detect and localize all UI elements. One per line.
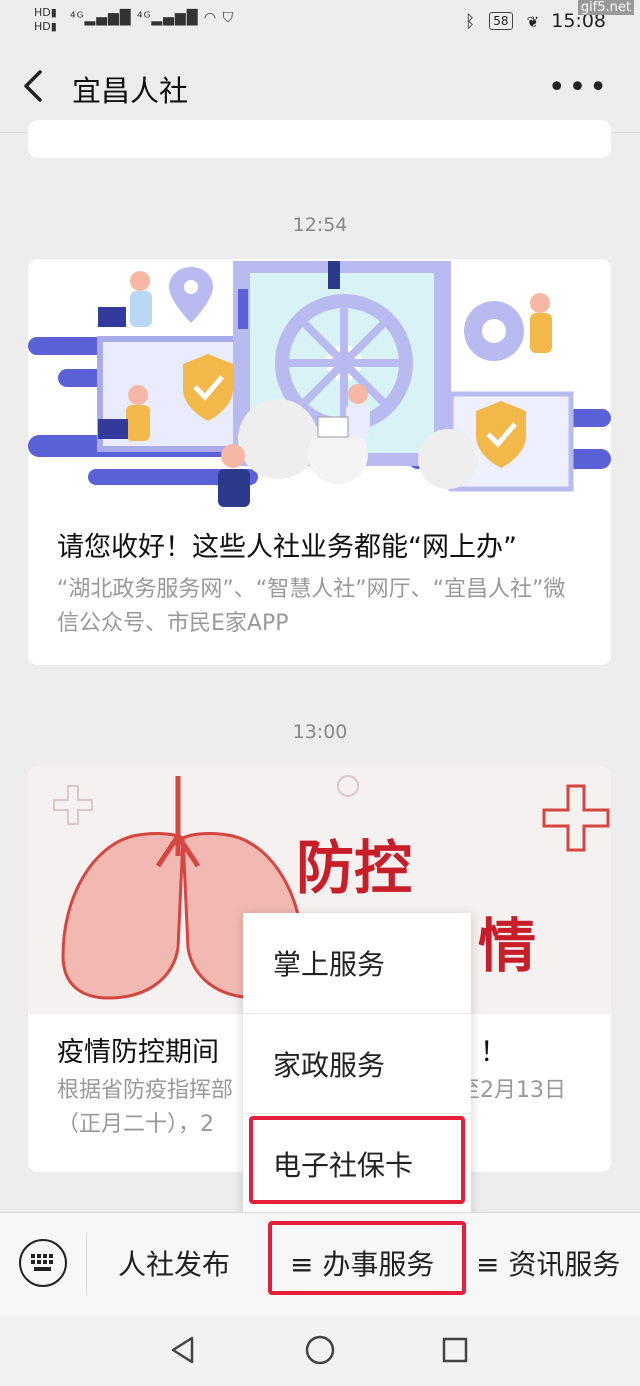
highlight-box bbox=[268, 1221, 466, 1295]
leaf-icon: ❦ bbox=[526, 13, 540, 31]
divider bbox=[86, 1233, 87, 1295]
article-card[interactable]: 请您收好！这些人社业务都能“网上办” “湖北政务服务网”、“智慧人社”网厅、“宜… bbox=[28, 259, 611, 665]
article-headline-tail: ！ bbox=[480, 1037, 507, 1068]
chevron-left-icon bbox=[24, 70, 42, 102]
article-cover-image bbox=[28, 259, 611, 507]
highlight-box bbox=[249, 1116, 465, 1204]
menu-item-handheld-service[interactable]: 掌上服务 bbox=[243, 913, 471, 1013]
signal-icons: ⁴ᴳ▂▄▆█ ⁴ᴳ▂▄▆█ ◠ ⛉ bbox=[70, 10, 234, 26]
cover-text-2: 情 bbox=[478, 912, 536, 980]
more-dots-icon: ••• bbox=[547, 70, 610, 105]
menu-tab-news[interactable]: ≡ 资讯服务 bbox=[476, 1243, 620, 1283]
status-bar: HD▮ HD▮ ⁴ᴳ▂▄▆█ ⁴ᴳ▂▄▆█ ◠ ⛉ ᛒ 58 ❦ 15:08 gi… bbox=[0, 0, 640, 44]
article-summary: “湖北政务服务网”、“智慧人社”网厅、“宜昌人社”微信公众号、市民E家APP bbox=[57, 577, 566, 636]
bluetooth-icon: ᛒ bbox=[465, 12, 476, 32]
page-title: 宜昌人社 bbox=[72, 74, 189, 108]
menu-tab-announcements[interactable]: 人社发布 bbox=[118, 1243, 230, 1283]
message-timestamp: 12:54 bbox=[292, 214, 348, 236]
article-headline: 请您收好！这些人社业务都能“网上办” bbox=[57, 532, 517, 563]
menu-item-label: 家政服务 bbox=[273, 1049, 386, 1082]
previous-article-card[interactable] bbox=[28, 120, 611, 158]
keyboard-icon bbox=[31, 1254, 53, 1271]
back-triangle-icon[interactable] bbox=[168, 1335, 198, 1365]
article-summary: 根据省防疫指挥部 bbox=[57, 1078, 234, 1103]
keyboard-toggle-button[interactable] bbox=[19, 1239, 67, 1287]
article-summary-right: 至2月13日 bbox=[458, 1078, 566, 1103]
signal-icon: ⁴ᴳ▂▄▆█ ⁴ᴳ▂▄▆█ ◠ ⛉ bbox=[70, 10, 235, 26]
message-timestamp: 13:00 bbox=[292, 721, 348, 743]
home-circle-icon[interactable] bbox=[304, 1334, 336, 1366]
system-nav-bar bbox=[0, 1315, 640, 1386]
more-button[interactable]: ••• bbox=[548, 70, 610, 105]
watermark: gif5.net bbox=[577, 0, 634, 15]
back-button[interactable] bbox=[20, 66, 56, 106]
menu-item-label: 掌上服务 bbox=[273, 948, 386, 981]
recents-square-icon[interactable] bbox=[441, 1336, 469, 1364]
cover-text: 防控 bbox=[296, 834, 412, 902]
network-indicator: HD▮ HD▮ bbox=[34, 6, 57, 33]
article-headline: 疫情防控期间 bbox=[57, 1037, 219, 1068]
menu-item-housekeeping-service[interactable]: 家政服务 bbox=[243, 1014, 471, 1114]
battery-indicator: 58 bbox=[489, 12, 513, 30]
